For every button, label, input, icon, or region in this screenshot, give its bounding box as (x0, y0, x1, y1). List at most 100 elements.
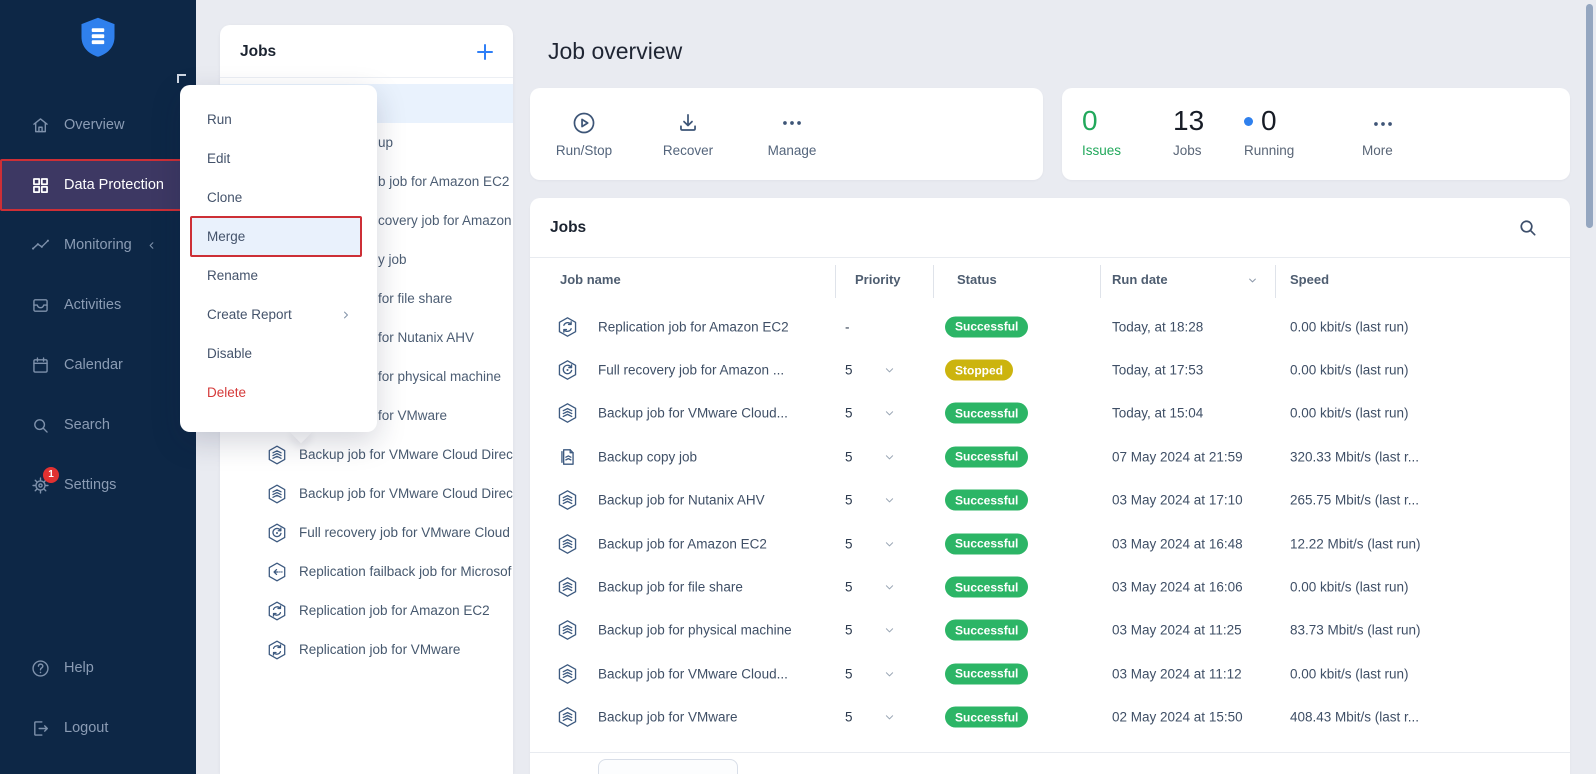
priority-dropdown-icon[interactable] (882, 406, 897, 421)
priority-dropdown-icon[interactable] (882, 666, 897, 681)
priority-dropdown-icon[interactable] (882, 449, 897, 464)
cell-speed: 0.00 kbit/s (last run) (1290, 406, 1409, 421)
menu-item[interactable]: Run (180, 100, 377, 139)
menu-item[interactable]: Delete (180, 373, 377, 412)
column-header-speed[interactable]: Speed (1290, 272, 1329, 287)
sidebar-item-label: Monitoring (64, 237, 132, 253)
sidebar-item[interactable]: Help (0, 638, 196, 698)
menu-item[interactable]: Rename (180, 256, 377, 295)
table-row[interactable]: Replication job for Amazon EC2 - Success… (530, 305, 1570, 348)
cell-priority: - (845, 319, 850, 334)
column-header-priority[interactable]: Priority (855, 272, 901, 287)
sidebar-item-label: Logout (64, 720, 108, 736)
menu-item-label: Disable (207, 346, 252, 361)
toolbar-button[interactable]: Run/Stop (536, 88, 632, 180)
column-header-run-date[interactable]: Run date (1112, 272, 1168, 287)
list-item[interactable]: Backup job for VMware Cloud Direc (220, 435, 513, 474)
stat-value: 0 (1261, 105, 1277, 137)
cell-priority: 5 (845, 666, 853, 681)
toolbar-button[interactable]: Recover (640, 88, 736, 180)
list-item[interactable]: Full recovery job for VMware Cloud (220, 513, 513, 552)
add-job-button[interactable] (473, 40, 497, 64)
vertical-scrollbar[interactable] (1586, 4, 1593, 228)
sidebar: Overview Data Protection Monitoring (0, 0, 196, 774)
cell-job-name: Replication job for Amazon EC2 (598, 319, 789, 334)
running-dot (1244, 117, 1253, 126)
sidebar-item[interactable]: Overview (0, 95, 196, 155)
page-size-selector[interactable] (598, 759, 738, 774)
table-row[interactable]: Backup job for VMware Cloud... 5 Success… (530, 392, 1570, 435)
sort-down-icon[interactable] (1244, 272, 1261, 289)
jobs-table-card: Jobs Job name Priority Status Run date S… (530, 198, 1570, 774)
sidebar-item[interactable]: Data Protection (0, 159, 182, 211)
menu-item-label: Run (207, 112, 232, 127)
backup-icon (266, 444, 288, 466)
table-row[interactable]: Backup job for Amazon EC2 5 Successful 0… (530, 522, 1570, 565)
priority-dropdown-icon[interactable] (882, 710, 897, 725)
menu-item[interactable]: Merge (190, 216, 362, 257)
stat-label: Issues (1082, 143, 1121, 158)
table-row[interactable]: Backup job for physical machine 5 Succes… (530, 609, 1570, 652)
menu-item-label: Create Report (207, 307, 292, 322)
priority-dropdown-icon[interactable] (882, 493, 897, 508)
job-name: Replication job for Amazon EC2 (299, 603, 490, 618)
list-item[interactable]: Backup job for VMware Cloud Direc (220, 474, 513, 513)
column-header-job-name[interactable]: Job name (560, 272, 621, 287)
cell-priority: 5 (845, 710, 853, 725)
job-name-fragment: for file share (378, 291, 452, 306)
cell-run-date: 03 May 2024 at 16:48 (1112, 536, 1243, 551)
status-badge: Successful (945, 577, 1028, 598)
column-divider (1100, 265, 1101, 298)
table-row[interactable]: Backup job for VMware 5 Successful 02 Ma… (530, 696, 1570, 739)
table-row[interactable]: Backup job for file share 5 Successful 0… (530, 565, 1570, 608)
status-badge: Successful (945, 316, 1028, 337)
menu-item[interactable]: Edit (180, 139, 377, 178)
cell-run-date: Today, at 18:28 (1112, 319, 1203, 334)
cell-speed: 408.43 Mbit/s (last r... (1290, 710, 1419, 725)
stat-label: More (1362, 143, 1396, 158)
menu-item[interactable]: Create Report (180, 295, 377, 334)
cell-speed: 0.00 kbit/s (last run) (1290, 363, 1409, 378)
sidebar-item[interactable]: Monitoring (0, 215, 196, 275)
priority-dropdown-icon[interactable] (882, 623, 897, 638)
cell-job-name: Backup copy job (598, 449, 697, 464)
job-name-fragment: up (378, 135, 393, 150)
table-row[interactable]: Backup copy job 5 Successful 07 May 2024… (530, 435, 1570, 478)
jobs-panel-header: Jobs (220, 25, 513, 78)
priority-dropdown-icon[interactable] (882, 363, 897, 378)
column-header-status[interactable]: Status (957, 272, 997, 287)
sidebar-item[interactable]: Logout (0, 698, 196, 758)
stat-label: Jobs (1173, 143, 1204, 158)
list-item[interactable]: Replication job for Amazon EC2 (220, 591, 513, 630)
priority-dropdown-icon[interactable] (882, 580, 897, 595)
stat-item[interactable]: More (1362, 103, 1396, 158)
sidebar-item[interactable]: 1 Settings (0, 455, 196, 515)
list-item[interactable]: Replication failback job for Microsof (220, 552, 513, 591)
cell-job-name: Backup job for Amazon EC2 (598, 536, 767, 551)
job-name: Replication failback job for Microsof (299, 564, 511, 579)
column-divider (933, 265, 934, 298)
menu-item[interactable]: Clone (180, 178, 377, 217)
table-row[interactable]: Backup job for VMware Cloud... 5 Success… (530, 652, 1570, 695)
copy-icon (556, 445, 579, 468)
cell-priority: 5 (845, 580, 853, 595)
search-icon[interactable] (1516, 216, 1539, 239)
cell-run-date: Today, at 15:04 (1112, 406, 1203, 421)
sidebar-item-label: Help (64, 660, 94, 676)
priority-dropdown-icon[interactable] (882, 536, 897, 551)
toolbar-button[interactable]: Manage (744, 88, 840, 180)
table-row[interactable]: Backup job for Nutanix AHV 5 Successful … (530, 479, 1570, 522)
sidebar-item[interactable]: Search (0, 395, 196, 455)
sidebar-item[interactable]: Calendar (0, 335, 196, 395)
list-item[interactable]: Replication job for VMware (220, 630, 513, 669)
stat-value: 13 (1173, 105, 1204, 137)
menu-item[interactable]: Disable (180, 334, 377, 373)
sidebar-item[interactable]: Activities (0, 275, 196, 335)
recovery-icon (266, 522, 288, 544)
table-row[interactable]: Full recovery job for Amazon ... 5 Stopp… (530, 348, 1570, 391)
jobs-panel-title: Jobs (240, 43, 276, 61)
chevron-left-icon (145, 239, 158, 252)
column-divider (835, 265, 836, 298)
backup-icon (556, 489, 579, 512)
cell-priority: 5 (845, 449, 853, 464)
